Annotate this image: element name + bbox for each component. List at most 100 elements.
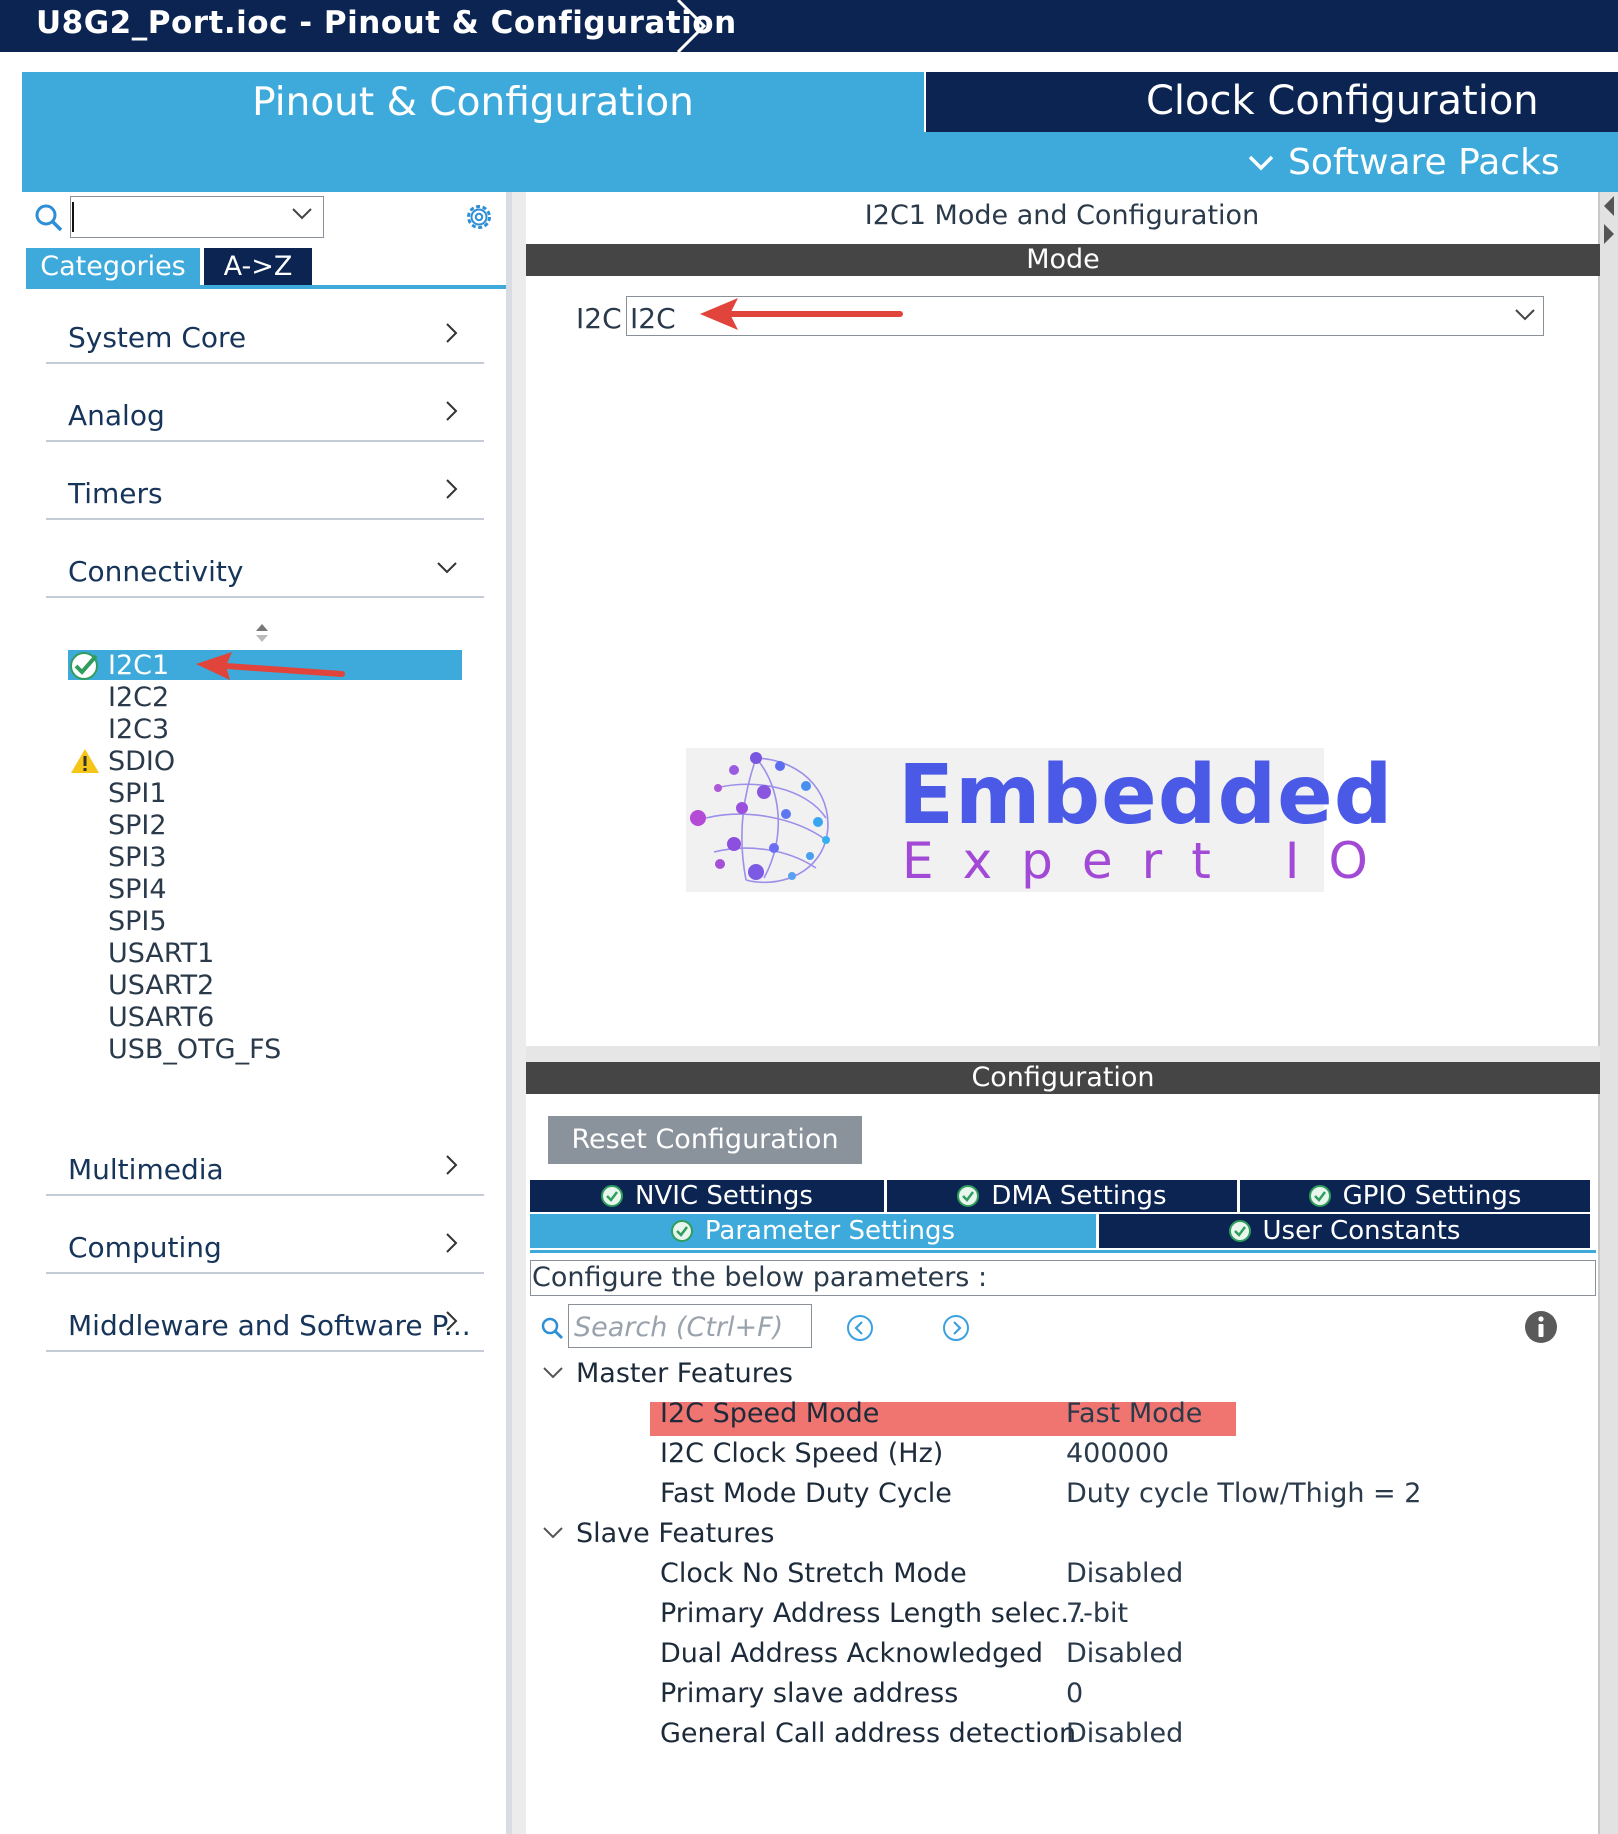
- param-value[interactable]: Disabled: [1066, 1638, 1183, 1669]
- category-multimedia[interactable]: Multimedia: [46, 1118, 484, 1196]
- gear-icon[interactable]: [462, 200, 496, 234]
- check-circle-icon: [1228, 1220, 1251, 1242]
- search-icon: [541, 1317, 564, 1340]
- breadcrumb-chevron-icon: [676, 0, 707, 52]
- text-caret: [72, 202, 74, 232]
- category-timers[interactable]: Timers: [46, 442, 484, 520]
- check-circle-icon: [1308, 1185, 1331, 1207]
- tab-label: NVIC Settings: [635, 1181, 813, 1211]
- peripheral-i2c3[interactable]: I2C3: [108, 714, 169, 745]
- group-slave-features[interactable]: Slave Features: [576, 1518, 774, 1549]
- tab-parameter-settings[interactable]: Parameter Settings: [530, 1214, 1096, 1248]
- reset-configuration-button[interactable]: Reset Configuration: [548, 1116, 862, 1164]
- tab-user-constants[interactable]: User Constants: [1099, 1214, 1590, 1248]
- tab-label: Parameter Settings: [704, 1216, 956, 1246]
- chevron-right-icon: [446, 401, 458, 421]
- i2c-mode-value: I2C: [630, 302, 676, 335]
- tab-a-to-z[interactable]: A->Z: [204, 248, 312, 286]
- category-label: Multimedia: [68, 1153, 224, 1186]
- peripheral-usb-otg-fs[interactable]: USB_OTG_FS: [108, 1034, 281, 1065]
- param-value[interactable]: 7-bit: [1066, 1598, 1128, 1629]
- category-label: Analog: [68, 399, 165, 432]
- peripheral-spi4[interactable]: SPI4: [108, 874, 167, 905]
- peripheral-i2c1[interactable]: I2C1: [108, 650, 169, 681]
- peripheral-spi3[interactable]: SPI3: [108, 842, 167, 873]
- param-name: I2C Clock Speed (Hz): [660, 1438, 944, 1469]
- info-icon[interactable]: [1524, 1310, 1558, 1344]
- peripheral-spi1[interactable]: SPI1: [108, 778, 167, 809]
- annotation-arrow-icon: [196, 652, 345, 680]
- logo-text-embedded: Embedded: [898, 748, 1394, 843]
- chevron-right-icon: [446, 1311, 458, 1331]
- configure-description: Configure the below parameters :: [532, 1262, 988, 1293]
- mode-panel-title: I2C1 Mode and Configuration: [864, 200, 1260, 231]
- param-value[interactable]: Duty cycle Tlow/Thigh = 2: [1066, 1478, 1421, 1509]
- category-analog[interactable]: Analog: [46, 364, 484, 442]
- tab-underline: [530, 1250, 1596, 1253]
- search-icon: [35, 204, 63, 232]
- sort-icon[interactable]: [254, 622, 270, 644]
- check-circle-icon: [70, 652, 98, 680]
- param-value[interactable]: 0: [1066, 1678, 1083, 1709]
- category-connectivity[interactable]: Connectivity: [46, 520, 484, 598]
- search-input[interactable]: [70, 196, 324, 238]
- param-value[interactable]: Disabled: [1066, 1558, 1183, 1589]
- tab-clock-label: Clock Configuration: [1146, 78, 1539, 124]
- category-label: System Core: [68, 321, 247, 354]
- category-system-core[interactable]: System Core: [46, 286, 484, 364]
- peripheral-usart6[interactable]: USART6: [108, 1002, 214, 1033]
- peripheral-sdio[interactable]: SDIO: [108, 746, 175, 777]
- chevron-down-icon[interactable]: [542, 1366, 564, 1380]
- tab-label: User Constants: [1262, 1216, 1461, 1246]
- splitter[interactable]: [512, 192, 526, 1834]
- tab-gpio-settings[interactable]: GPIO Settings: [1240, 1180, 1590, 1212]
- tab-label: DMA Settings: [991, 1181, 1167, 1211]
- category-label: Timers: [68, 477, 163, 510]
- param-name: Primary Address Length selec...: [660, 1598, 1087, 1629]
- param-name: General Call address detection: [660, 1718, 1077, 1749]
- peripheral-usart1[interactable]: USART1: [108, 938, 214, 969]
- param-value[interactable]: Fast Mode: [1066, 1398, 1202, 1429]
- tab-label: GPIO Settings: [1342, 1181, 1522, 1211]
- chevron-right-icon: [446, 1155, 458, 1175]
- peripheral-i2c2[interactable]: I2C2: [108, 682, 169, 713]
- tab-dma-settings[interactable]: DMA Settings: [887, 1180, 1237, 1212]
- peripheral-spi2[interactable]: SPI2: [108, 810, 167, 841]
- section-divider: [526, 1046, 1600, 1062]
- check-circle-icon: [601, 1185, 624, 1207]
- window-title: U8G2_Port.ioc - Pinout & Configuration: [36, 5, 737, 41]
- peripheral-spi5[interactable]: SPI5: [108, 906, 167, 937]
- param-name: Clock No Stretch Mode: [660, 1558, 967, 1589]
- chevron-left-icon[interactable]: [1600, 192, 1618, 252]
- pinout-view-collapsed[interactable]: [1600, 192, 1618, 1834]
- i2c-mode-label: I2C: [576, 302, 622, 335]
- category-middleware[interactable]: Middleware and Software P...: [46, 1274, 484, 1352]
- annotation-arrow-icon: [700, 298, 903, 330]
- chevron-down-icon[interactable]: [290, 206, 314, 222]
- tab-nvic-settings[interactable]: NVIC Settings: [530, 1180, 884, 1212]
- peripheral-usart2[interactable]: USART2: [108, 970, 214, 1001]
- group-master-features[interactable]: Master Features: [576, 1358, 793, 1389]
- category-computing[interactable]: Computing: [46, 1196, 484, 1274]
- param-name: Dual Address Acknowledged: [660, 1638, 1043, 1669]
- param-name: I2C Speed Mode: [660, 1398, 880, 1429]
- parameter-search-placeholder: Search (Ctrl+F): [574, 1312, 784, 1343]
- left-strip: [0, 52, 22, 1834]
- param-name: Fast Mode Duty Cycle: [660, 1478, 952, 1509]
- next-result-icon[interactable]: [942, 1314, 970, 1342]
- category-label: Connectivity: [68, 555, 244, 588]
- param-value[interactable]: 400000: [1066, 1438, 1169, 1469]
- chevron-down-icon: [1248, 155, 1274, 170]
- chevron-down-icon[interactable]: [542, 1526, 564, 1540]
- configuration-section-header: Configuration: [526, 1062, 1600, 1094]
- category-label: Computing: [68, 1231, 222, 1264]
- previous-result-icon[interactable]: [846, 1314, 874, 1342]
- check-circle-icon: [957, 1185, 980, 1207]
- check-circle-icon: [670, 1220, 693, 1242]
- param-value[interactable]: Disabled: [1066, 1718, 1183, 1749]
- globe-logo-icon: [690, 752, 830, 884]
- software-packs-button[interactable]: Software Packs: [1248, 142, 1560, 183]
- chevron-down-icon[interactable]: [1514, 308, 1536, 322]
- tab-categories[interactable]: Categories: [26, 248, 200, 286]
- tab-pinout-label: Pinout & Configuration: [252, 80, 694, 125]
